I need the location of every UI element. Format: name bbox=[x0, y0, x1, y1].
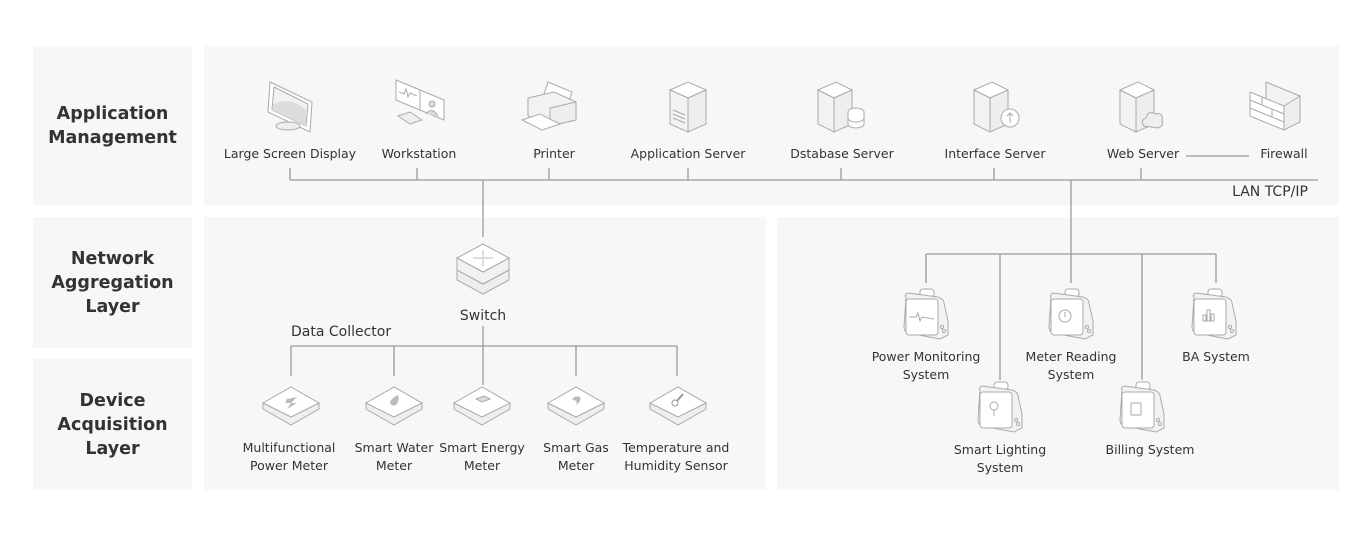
bill-icon bbox=[1119, 381, 1165, 433]
system-label-billing: Billing System bbox=[1105, 442, 1195, 457]
monitor-icon bbox=[267, 81, 313, 133]
bar-chart-icon bbox=[1191, 288, 1237, 340]
database-server-icon bbox=[816, 81, 865, 133]
app-label-web-server: Web Server bbox=[1106, 146, 1180, 161]
gauge-icon bbox=[1048, 288, 1094, 340]
device-label-temp-humidity-sensor: Temperature and Humidity Sensor bbox=[622, 440, 730, 473]
device-label-power-meter: Multifunctional Power Meter bbox=[242, 440, 336, 473]
device-label-gas-meter: Smart Gas Meter bbox=[543, 440, 609, 473]
lightning-icon bbox=[261, 386, 321, 426]
bulb-icon bbox=[977, 381, 1023, 433]
app-label-interface-server: Interface Server bbox=[944, 146, 1046, 161]
flame-icon bbox=[546, 386, 606, 426]
system-label-smart-lighting: Smart Lighting System bbox=[953, 442, 1047, 475]
system-label-power-monitoring: Power Monitoring System bbox=[871, 349, 981, 382]
water-drop-icon bbox=[364, 386, 424, 426]
battery-icon bbox=[452, 386, 512, 426]
server-icon bbox=[668, 81, 708, 133]
firewall-icon bbox=[1249, 81, 1301, 131]
data-collector-label: Data Collector bbox=[291, 324, 392, 340]
web-server-icon bbox=[1118, 81, 1163, 133]
waveform-icon bbox=[903, 288, 949, 340]
app-label-workstation: Workstation bbox=[381, 146, 457, 161]
printer-icon bbox=[520, 81, 577, 131]
switch-icon bbox=[455, 243, 511, 295]
workstation-icon bbox=[395, 79, 445, 125]
switch-label: Switch bbox=[459, 308, 507, 324]
interface-server-icon bbox=[972, 81, 1020, 133]
system-label-ba: BA System bbox=[1182, 349, 1250, 364]
thermometer-icon bbox=[648, 386, 708, 426]
device-label-energy-meter: Smart Energy Meter bbox=[439, 440, 525, 473]
app-label-application-server: Application Server bbox=[630, 146, 746, 161]
device-label-water-meter: Smart Water Meter bbox=[354, 440, 434, 473]
app-label-firewall: Firewall bbox=[1260, 146, 1308, 161]
lan-label: LAN TCP/IP bbox=[1232, 184, 1308, 200]
app-label-printer: Printer bbox=[533, 146, 575, 161]
app-label-database-server: Dstabase Server bbox=[790, 146, 894, 161]
system-label-meter-reading: Meter Reading System bbox=[1025, 349, 1117, 382]
app-label-large-screen-display: Large Screen Display bbox=[223, 146, 357, 161]
